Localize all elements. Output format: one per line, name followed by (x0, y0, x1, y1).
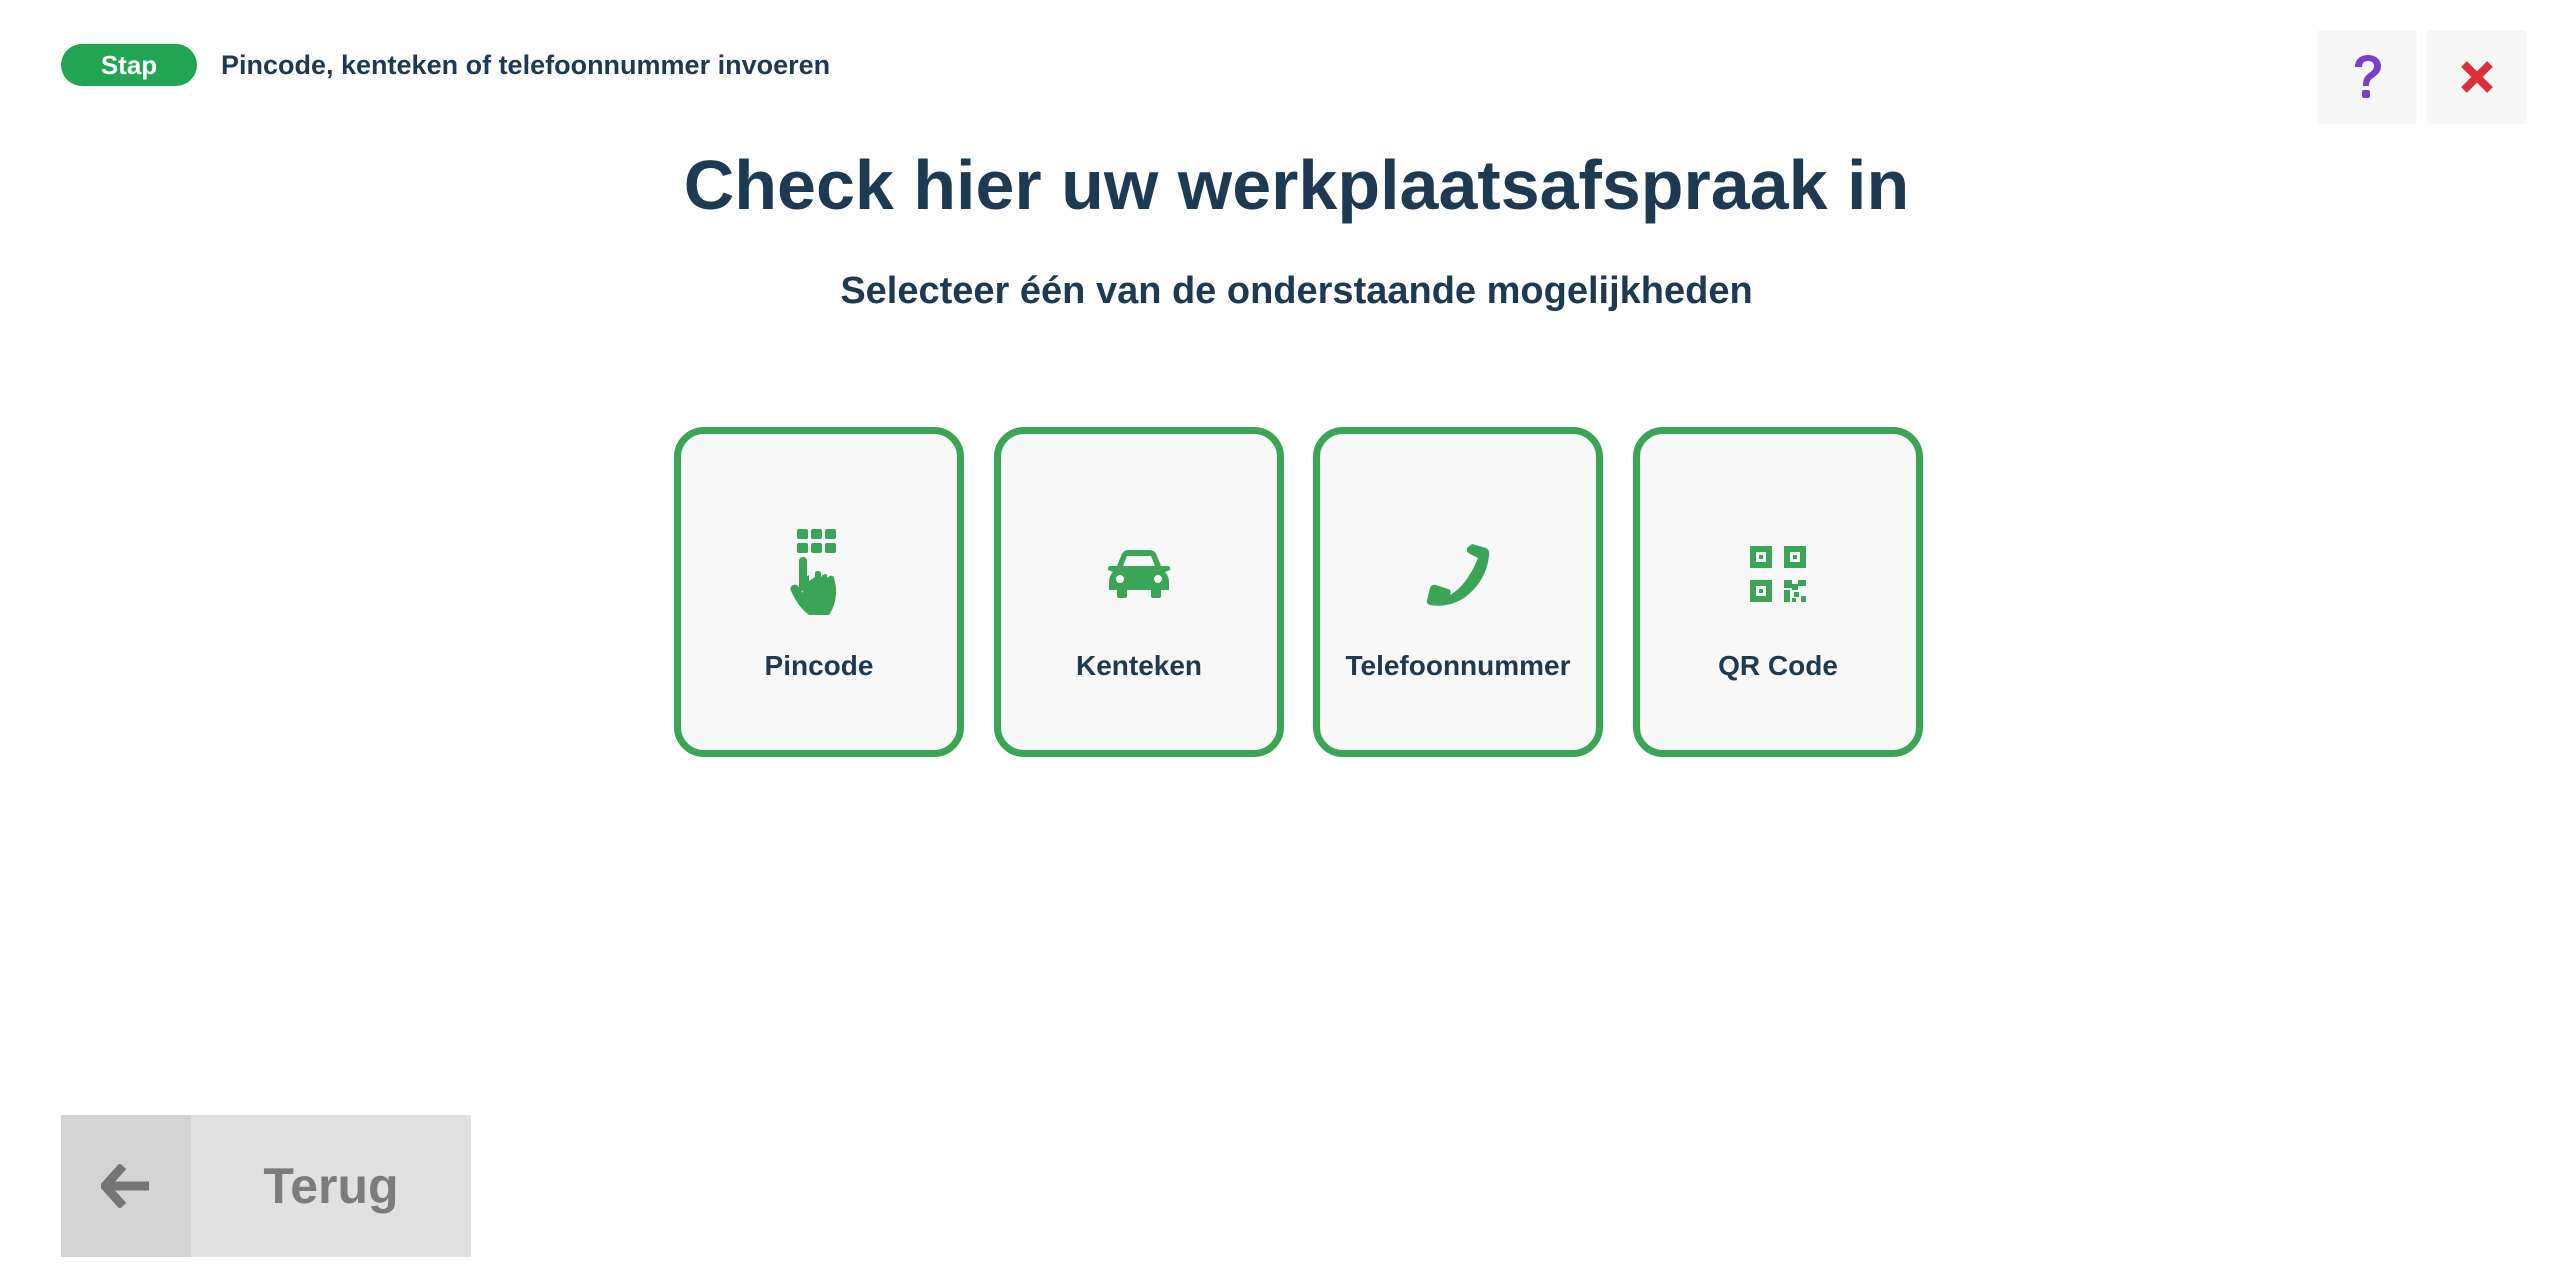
arrow-left-icon (61, 1115, 191, 1257)
option-label: Kenteken (1075, 650, 1203, 681)
qr-code-icon (1640, 529, 1916, 619)
option-qr-code[interactable]: QR Code (1633, 427, 1923, 757)
back-button[interactable]: Terug (61, 1115, 471, 1257)
keypad-hand-icon (681, 529, 957, 619)
help-button[interactable] (2317, 30, 2417, 124)
page-title: Check hier uw werkplaatsafspraak in (683, 146, 1910, 224)
option-kenteken[interactable]: Kenteken (994, 427, 1284, 757)
option-label: Telefoonnummer (1345, 650, 1571, 681)
back-button-label: Terug (191, 1115, 471, 1257)
option-telefoonnummer[interactable]: Telefoonnummer (1313, 427, 1603, 757)
step-indicator: Stap 1 Pincode, kenteken of telefoonnumm… (61, 44, 831, 122)
close-button[interactable] (2427, 30, 2527, 124)
option-label: QR Code (1718, 650, 1838, 681)
step-description: Pincode, kenteken of telefoonnummer invo… (221, 49, 831, 80)
question-mark-icon (2355, 55, 2381, 98)
car-icon (1001, 529, 1277, 619)
step-badge: Stap 1 (61, 44, 197, 122)
phone-icon (1320, 529, 1596, 619)
check-in-page: Stap 1 Pincode, kenteken of telefoonnumm… (0, 0, 2560, 1271)
page-subtitle: Selecteer één van de onderstaande mogeli… (840, 270, 1753, 312)
close-icon (2461, 61, 2493, 93)
option-label: Pincode (764, 650, 874, 681)
option-pincode[interactable]: Pincode (674, 427, 964, 757)
